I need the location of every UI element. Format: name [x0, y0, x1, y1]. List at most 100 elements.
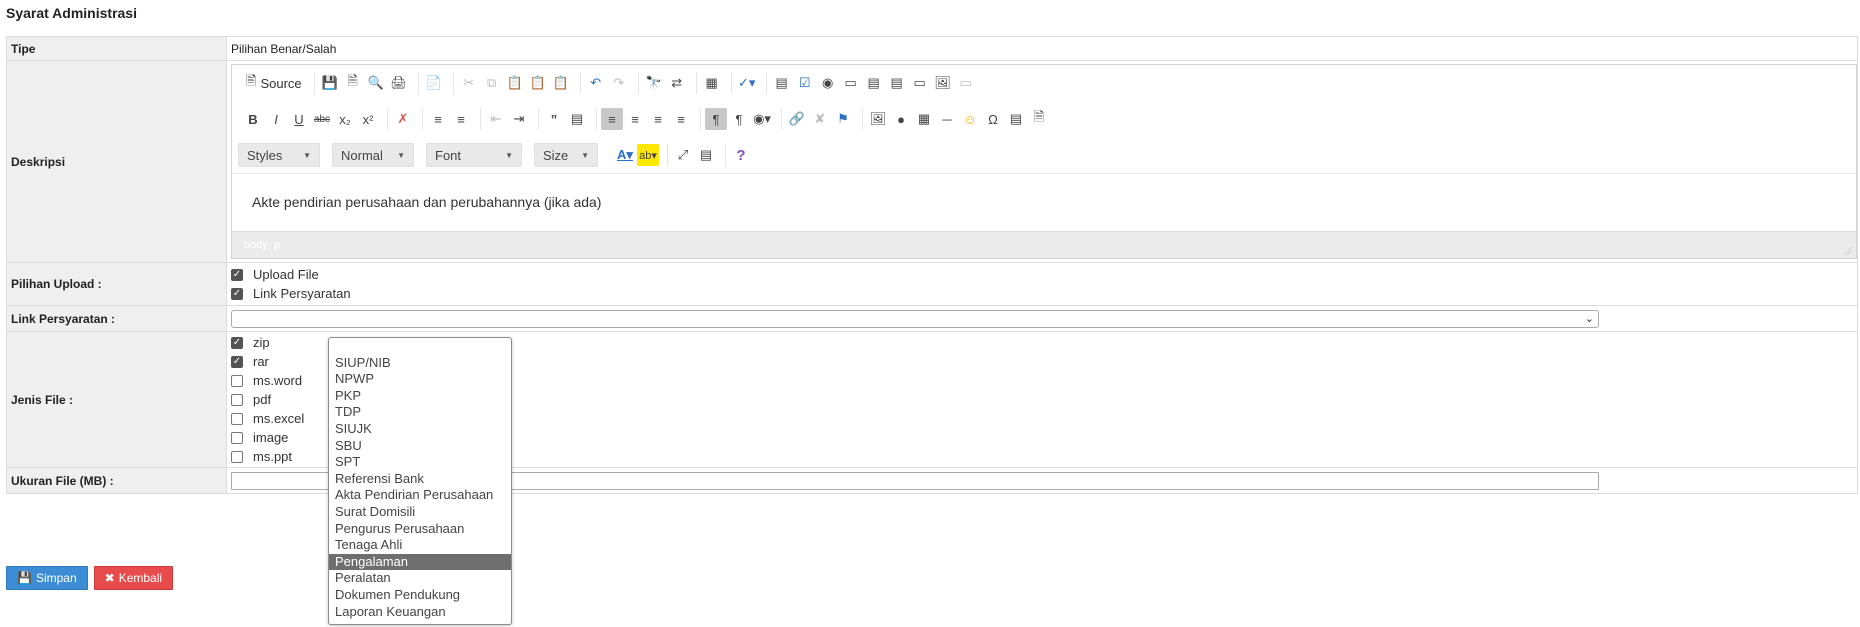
- checkbox-icon[interactable]: ☑: [794, 72, 816, 94]
- source-button[interactable]: 🖹 Source: [242, 72, 306, 94]
- resize-handle-icon[interactable]: [1843, 246, 1852, 255]
- align-justify-icon[interactable]: ≡: [670, 108, 692, 130]
- bulleted-list-icon[interactable]: ≡: [450, 108, 472, 130]
- textfield-icon[interactable]: ▭: [840, 72, 862, 94]
- paste-icon[interactable]: 📋: [504, 72, 526, 94]
- link-persyaratan-checkbox[interactable]: ✓: [231, 287, 243, 300]
- dropdown-option[interactable]: PKP: [329, 388, 511, 405]
- pdf-checkbox[interactable]: [231, 393, 243, 406]
- help-icon[interactable]: ?: [730, 144, 752, 166]
- background-color-icon[interactable]: ab▾: [637, 144, 659, 166]
- font-combo[interactable]: Font ▼: [426, 143, 522, 167]
- copy-icon[interactable]: ⧉: [481, 72, 503, 94]
- maximize-icon[interactable]: ⤢: [672, 144, 694, 166]
- find-icon[interactable]: 🔭: [643, 72, 665, 94]
- div-container-icon[interactable]: ▤: [566, 108, 588, 130]
- superscript-icon[interactable]: x²: [357, 108, 379, 130]
- hidden-field-icon[interactable]: ▭: [955, 72, 977, 94]
- save-icon[interactable]: 💾: [319, 72, 341, 94]
- iframe-icon[interactable]: 🗎: [1028, 108, 1050, 130]
- paste-text-icon[interactable]: 📋: [527, 72, 549, 94]
- dropdown-option[interactable]: SPT: [329, 454, 511, 471]
- dropdown-option[interactable]: Peralatan: [329, 570, 511, 587]
- path-p[interactable]: p: [274, 239, 280, 251]
- templates-icon[interactable]: 📄: [423, 72, 445, 94]
- dropdown-option[interactable]: Pengurus Perusahaan: [329, 521, 511, 538]
- dropdown-option[interactable]: Dokumen Pendukung: [329, 587, 511, 604]
- print-icon[interactable]: 🖨: [388, 72, 410, 94]
- save-button[interactable]: 💾 Simpan: [6, 566, 88, 590]
- dropdown-option[interactable]: Surat Domisili: [329, 504, 511, 521]
- language-icon[interactable]: ◉▾: [751, 108, 773, 130]
- dropdown-option[interactable]: NPWP: [329, 371, 511, 388]
- page-break-icon[interactable]: ▤: [1005, 108, 1027, 130]
- button-field-icon[interactable]: ▭: [909, 72, 931, 94]
- blockquote-icon[interactable]: ”: [543, 108, 565, 130]
- smiley-icon[interactable]: ☺: [959, 108, 981, 130]
- textarea-icon[interactable]: ▤: [863, 72, 885, 94]
- bold-icon[interactable]: B: [242, 108, 264, 130]
- preview-icon[interactable]: 🔍: [365, 72, 387, 94]
- align-left-icon[interactable]: ≡: [601, 108, 623, 130]
- indent-icon[interactable]: ⇥: [508, 108, 530, 130]
- italic-icon[interactable]: I: [265, 108, 287, 130]
- format-combo[interactable]: Normal ▼: [332, 143, 414, 167]
- upload-file-option[interactable]: ✓ Upload File: [231, 266, 1857, 284]
- dropdown-option[interactable]: Laporan Keuangan: [329, 604, 511, 621]
- show-blocks-icon[interactable]: ▤: [695, 144, 717, 166]
- redo-icon[interactable]: ↷: [608, 72, 630, 94]
- rtl-icon[interactable]: ¶: [728, 108, 750, 130]
- undo-icon[interactable]: ↶: [585, 72, 607, 94]
- styles-combo[interactable]: Styles ▼: [238, 143, 320, 167]
- table-icon[interactable]: ▦: [913, 108, 935, 130]
- link-persyaratan-option[interactable]: ✓ Link Persyaratan: [231, 285, 1857, 303]
- dropdown-option[interactable]: TDP: [329, 404, 511, 421]
- editor-content[interactable]: Akte pendirian perusahaan dan perubahann…: [232, 173, 1856, 231]
- size-combo[interactable]: Size ▼: [534, 143, 598, 167]
- horizontal-line-icon[interactable]: ─: [936, 108, 958, 130]
- special-char-icon[interactable]: Ω: [982, 108, 1004, 130]
- dropdown-option[interactable]: Referensi Bank: [329, 471, 511, 488]
- dropdown-option[interactable]: Tenaga Ahli: [329, 537, 511, 554]
- upload-file-checkbox[interactable]: ✓: [231, 268, 243, 281]
- select-field-icon[interactable]: ▤: [886, 72, 908, 94]
- numbered-list-icon[interactable]: ≡: [427, 108, 449, 130]
- radio-icon[interactable]: ◉: [817, 72, 839, 94]
- align-right-icon[interactable]: ≡: [647, 108, 669, 130]
- msword-checkbox[interactable]: [231, 374, 243, 387]
- link-persyaratan-dropdown-list[interactable]: SIUP/NIB NPWP PKP TDP SIUJK SBU SPT Refe…: [328, 337, 512, 625]
- underline-icon[interactable]: U: [288, 108, 310, 130]
- unlink-icon[interactable]: ✘: [809, 108, 831, 130]
- dropdown-option[interactable]: [329, 338, 511, 355]
- spellcheck-icon[interactable]: ✓▾: [736, 72, 758, 94]
- msexcel-checkbox[interactable]: [231, 412, 243, 425]
- text-color-icon[interactable]: A▾: [614, 144, 636, 166]
- rar-checkbox[interactable]: ✓: [231, 355, 243, 368]
- select-all-icon[interactable]: ▦: [701, 72, 723, 94]
- outdent-icon[interactable]: ⇤: [485, 108, 507, 130]
- form-icon[interactable]: ▤: [771, 72, 793, 94]
- remove-format-icon[interactable]: ✗: [392, 108, 414, 130]
- align-center-icon[interactable]: ≡: [624, 108, 646, 130]
- dropdown-option[interactable]: Akta Pendirian Perusahaan: [329, 487, 511, 504]
- strikethrough-icon[interactable]: abc: [311, 108, 333, 130]
- cut-icon[interactable]: ✂: [458, 72, 480, 94]
- flash-icon[interactable]: ●: [890, 108, 912, 130]
- link-persyaratan-select[interactable]: ⌄: [231, 309, 1599, 328]
- dropdown-option[interactable]: SIUJK: [329, 421, 511, 438]
- new-page-icon[interactable]: 🗎: [342, 72, 364, 94]
- dropdown-option[interactable]: SIUP/NIB: [329, 355, 511, 372]
- replace-icon[interactable]: ⇄: [666, 72, 688, 94]
- anchor-icon[interactable]: ⚑: [832, 108, 854, 130]
- subscript-icon[interactable]: x₂: [334, 108, 356, 130]
- msppt-checkbox[interactable]: [231, 450, 243, 463]
- zip-checkbox[interactable]: ✓: [231, 336, 243, 349]
- paste-word-icon[interactable]: 📋: [550, 72, 572, 94]
- dropdown-option-selected[interactable]: Pengalaman: [329, 553, 511, 571]
- back-button[interactable]: ✖ Kembali: [93, 566, 174, 590]
- path-body[interactable]: body: [244, 239, 268, 251]
- link-icon[interactable]: 🔗: [786, 108, 808, 130]
- image-button-icon[interactable]: 🖼: [932, 72, 954, 94]
- dropdown-option[interactable]: SBU: [329, 438, 511, 455]
- ltr-icon[interactable]: ¶: [705, 108, 727, 130]
